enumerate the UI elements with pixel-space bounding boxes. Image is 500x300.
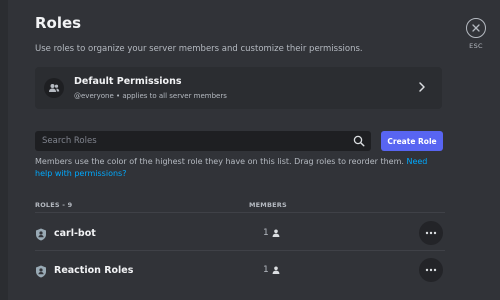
default-permissions-title: Default Permissions [74, 76, 182, 87]
roles-settings-page: Roles Use roles to organize your server … [0, 0, 500, 300]
search-roles-box [35, 131, 371, 151]
member-count[interactable]: 1 [263, 228, 280, 238]
default-permissions-description: @everyone • applies to all server member… [74, 92, 227, 100]
search-roles-input[interactable] [42, 136, 347, 146]
role-more-button[interactable] [419, 258, 443, 282]
default-permissions-card[interactable]: Default Permissions @everyone • applies … [35, 67, 442, 109]
row-divider [35, 212, 445, 213]
member-count[interactable]: 1 [263, 265, 280, 275]
help-text: Members use the color of the highest rol… [35, 156, 445, 179]
esc-label: ESC [469, 42, 483, 50]
role-row-reaction-roles[interactable]: Reaction Roles 1 [30, 256, 445, 286]
page-title: Roles [35, 14, 82, 32]
member-count-value: 1 [263, 228, 269, 238]
close-control: ESC [465, 18, 487, 50]
members-column-header: MEMBERS [249, 201, 287, 209]
chevron-right-icon [419, 82, 425, 92]
more-dots-icon [425, 231, 437, 235]
role-shield-icon [36, 265, 46, 278]
close-icon [472, 24, 480, 32]
role-name: Reaction Roles [54, 265, 134, 276]
sidebar-edge [0, 0, 8, 300]
more-dots-icon [425, 268, 437, 272]
roles-column-header: ROLES - 9 [35, 201, 73, 209]
users-icon [49, 84, 60, 92]
role-more-button[interactable] [419, 221, 443, 245]
search-icon[interactable] [353, 135, 365, 147]
person-icon [272, 266, 280, 274]
close-button[interactable] [466, 18, 486, 38]
role-name: carl-bot [54, 228, 96, 239]
page-subtitle: Use roles to organize your server member… [35, 44, 363, 54]
role-row-carl-bot[interactable]: carl-bot 1 [30, 219, 445, 249]
role-shield-icon [36, 228, 46, 241]
create-role-button[interactable]: Create Role [381, 131, 443, 151]
users-icon-wrap [44, 78, 64, 98]
person-icon [272, 229, 280, 237]
help-description: Members use the color of the highest rol… [35, 157, 404, 166]
row-divider [35, 250, 445, 251]
member-count-value: 1 [263, 265, 269, 275]
